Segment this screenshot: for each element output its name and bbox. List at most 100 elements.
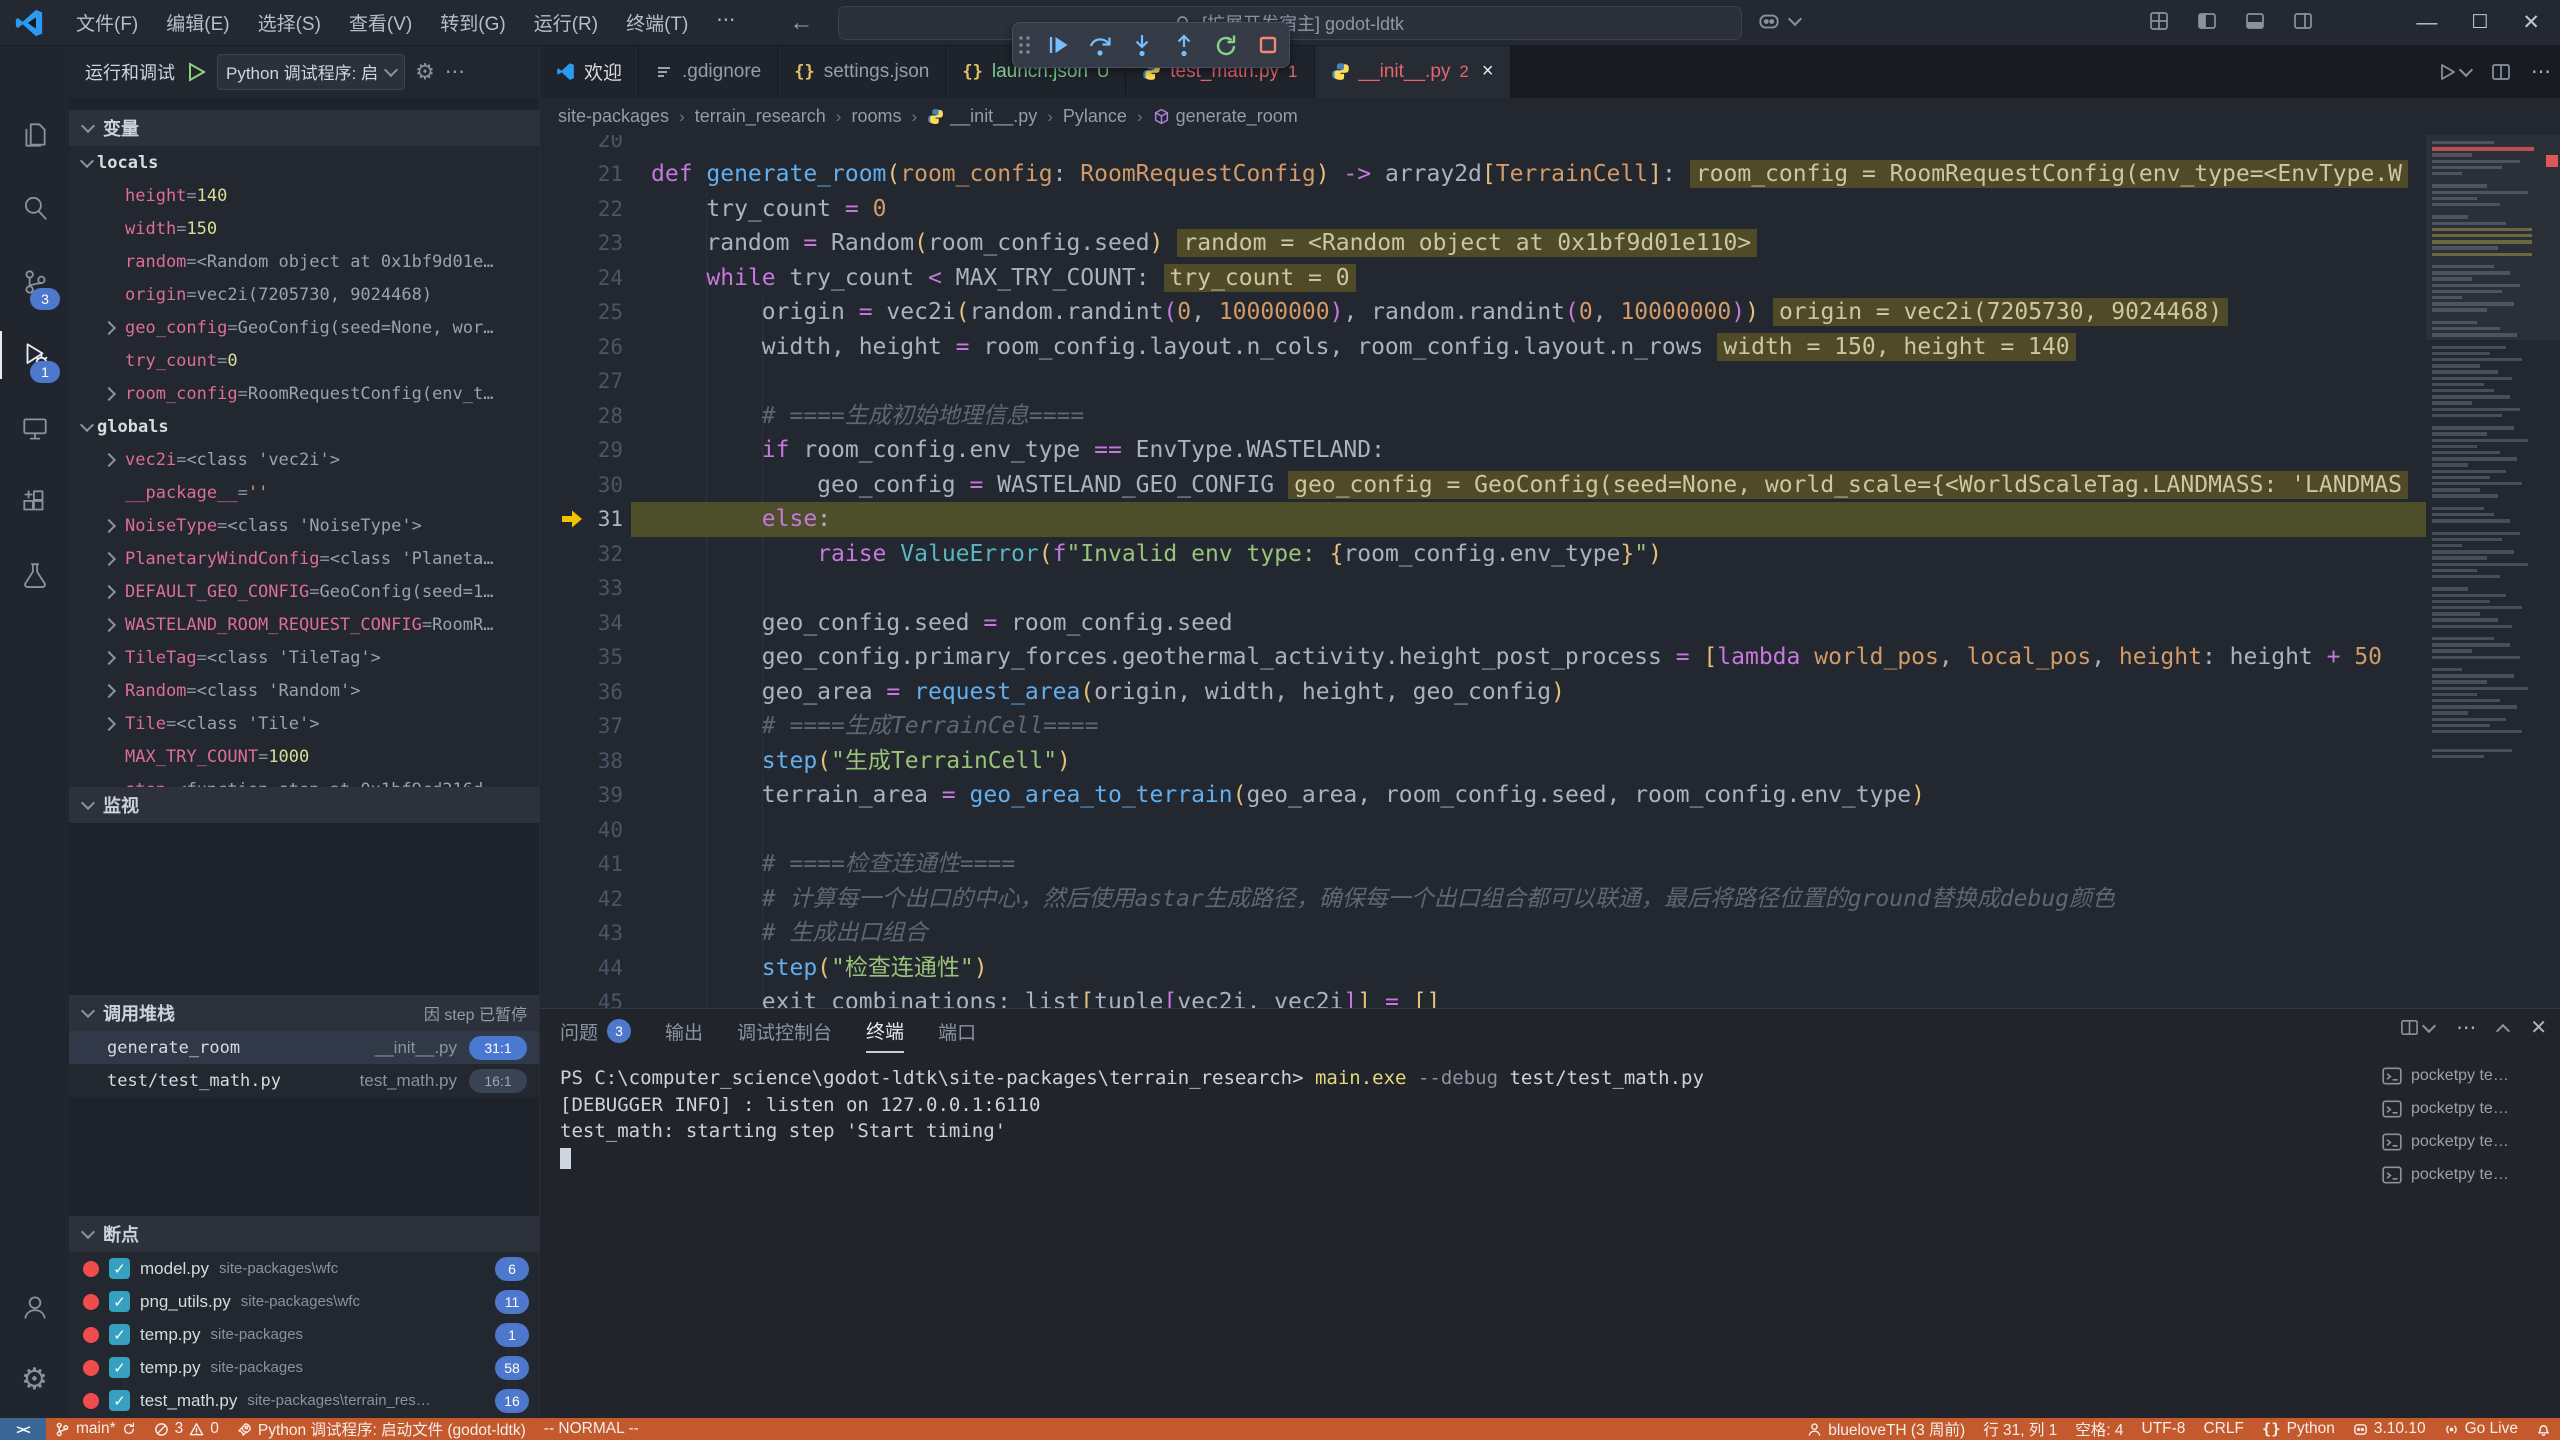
variable-row[interactable]: origin = vec2i(7205730, 9024468) — [69, 278, 539, 311]
panel-tab-problems[interactable]: 问题 3 — [560, 1009, 631, 1053]
code-line[interactable]: 38 step("生成TerrainCell") — [540, 744, 2560, 779]
menu-item[interactable]: 选择(S) — [244, 5, 335, 40]
code-line[interactable]: 42 # 计算每一个出口的中心，然后使用astar生成路径，确保每一个出口组合都… — [540, 882, 2560, 917]
variables-section-header[interactable]: 变量 — [69, 110, 539, 146]
variable-row[interactable]: Tile = <class 'Tile'> — [69, 707, 539, 740]
call-stack-section-header[interactable]: 调用堆栈 因 step 已暂停 — [69, 995, 539, 1031]
variable-row[interactable]: height = 140 — [69, 179, 539, 212]
minimap-slider[interactable] — [2426, 135, 2560, 340]
variable-row[interactable]: step = <function step at 0x1bf9cd216d — [69, 773, 539, 787]
debug-continue-button[interactable] — [1040, 27, 1076, 63]
sidebar-item-source-control[interactable]: 3 — [0, 250, 69, 314]
sidebar-item-run-debug[interactable]: 1 — [0, 323, 69, 387]
sidebar-item-remote-explorer[interactable] — [0, 397, 69, 461]
sidebar-item-search[interactable] — [0, 176, 69, 240]
breakpoint-checkbox[interactable]: ✓ — [109, 1390, 130, 1411]
code-line[interactable]: 45 exit_combinations: list[tuple[vec2i, … — [540, 985, 2560, 1008]
variable-row[interactable]: width = 150 — [69, 212, 539, 245]
call-stack-frame[interactable]: test/test_math.pytest_math.py16:1 — [69, 1064, 539, 1097]
code-line[interactable]: 44 step("检查连通性") — [540, 951, 2560, 986]
code-line[interactable]: 23 random = Random(room_config.seed)rand… — [540, 226, 2560, 261]
sidebar-item-explorer[interactable] — [0, 103, 69, 167]
breadcrumb-item[interactable]: terrain_research — [695, 106, 826, 127]
debug-config-item[interactable]: Python 调试程序: 启动文件 (godot-ldtk) — [228, 1418, 535, 1440]
code-line[interactable]: 20 — [540, 135, 2560, 158]
indentation-item[interactable]: 空格: 4 — [2066, 1418, 2132, 1440]
variable-group[interactable]: globals — [69, 410, 539, 443]
variable-row[interactable]: PlanetaryWindConfig = <class 'Planeta… — [69, 542, 539, 575]
code-line[interactable]: 26 width, height = room_config.layout.n_… — [540, 330, 2560, 365]
account-button[interactable] — [0, 1275, 69, 1339]
run-file-button[interactable] — [2437, 62, 2471, 82]
terminal-instance[interactable]: pocketpy te… — [2381, 1125, 2557, 1158]
go-live-item[interactable]: Go Live — [2435, 1418, 2527, 1440]
code-line[interactable]: 22 try_count = 0 — [540, 192, 2560, 227]
variable-row[interactable]: DEFAULT_GEO_CONFIG = GeoConfig(seed=1… — [69, 575, 539, 608]
toggle-sidebar-icon[interactable] — [2196, 10, 2218, 32]
breadcrumb-item[interactable]: Pylance — [1063, 106, 1127, 127]
customize-layout-icon[interactable] — [2148, 10, 2170, 32]
toggle-secondary-sidebar-icon[interactable] — [2292, 10, 2314, 32]
code-line[interactable]: 27 — [540, 364, 2560, 399]
variable-row[interactable]: geo_config = GeoConfig(seed=None, wor… — [69, 311, 539, 344]
menu-item[interactable]: 运行(R) — [520, 5, 612, 40]
tab-settings-json[interactable]: {} settings.json — [778, 45, 946, 98]
code-line[interactable]: 40 — [540, 813, 2560, 848]
variable-group[interactable]: locals — [69, 146, 539, 179]
code-line[interactable]: 29 if room_config.env_type == EnvType.WA… — [540, 433, 2560, 468]
encoding-item[interactable]: UTF-8 — [2133, 1418, 2195, 1440]
start-debug-button[interactable] — [185, 61, 207, 83]
debug-restart-button[interactable] — [1208, 27, 1244, 63]
breakpoints-section-header[interactable]: 断点 — [69, 1216, 539, 1252]
code-line[interactable]: 25 origin = vec2i(random.randint(0, 1000… — [540, 295, 2560, 330]
variable-row[interactable]: MAX_TRY_COUNT = 1000 — [69, 740, 539, 773]
code-line[interactable]: 41 # ====检查连通性==== — [540, 847, 2560, 882]
terminal-output[interactable]: PS C:\computer_science\godot-ldtk\site-p… — [560, 1065, 2360, 1171]
variable-row[interactable]: random = <Random object at 0x1bf9d01e… — [69, 245, 539, 278]
watch-section-header[interactable]: 监视 — [69, 787, 539, 823]
variable-row[interactable]: vec2i = <class 'vec2i'> — [69, 443, 539, 476]
toolbar-drag-handle[interactable] — [1016, 32, 1034, 58]
code-editor[interactable]: 2021def generate_room(room_config: RoomR… — [540, 135, 2560, 1008]
menu-item[interactable]: 查看(V) — [335, 5, 426, 40]
code-line[interactable]: 34 geo_config.seed = room_config.seed — [540, 606, 2560, 641]
breakpoint-checkbox[interactable]: ✓ — [109, 1357, 130, 1378]
code-line[interactable]: 39 terrain_area = geo_area_to_terrain(ge… — [540, 778, 2560, 813]
breakpoint-row[interactable]: ✓test_math.pysite-packages\terrain_res…1… — [69, 1384, 539, 1417]
python-interpreter-item[interactable]: 3.10.10 — [2344, 1418, 2435, 1440]
panel-more-actions-icon[interactable]: ⋯ — [2456, 1015, 2476, 1040]
code-line[interactable]: 24 while try_count < MAX_TRY_COUNT:try_c… — [540, 261, 2560, 296]
breakpoint-checkbox[interactable]: ✓ — [109, 1324, 130, 1345]
split-editor-icon[interactable] — [2491, 62, 2511, 82]
menu-item[interactable]: ⋯ — [702, 5, 749, 40]
variable-row[interactable]: TileTag = <class 'TileTag'> — [69, 641, 539, 674]
breadcrumb-item[interactable]: generate_room — [1153, 106, 1298, 127]
close-panel-icon[interactable]: ✕ — [2530, 1015, 2547, 1040]
breadcrumb-item[interactable]: site-packages — [558, 106, 669, 127]
toggle-panel-icon[interactable] — [2244, 10, 2266, 32]
panel-tab-terminal[interactable]: 终端 — [866, 1009, 904, 1053]
code-line[interactable]: 32 raise ValueError(f"Invalid env type: … — [540, 537, 2560, 572]
tab-welcome[interactable]: 欢迎 — [540, 45, 639, 98]
breakpoint-row[interactable]: ✓temp.pysite-packages1 — [69, 1318, 539, 1351]
variable-row[interactable]: WASTELAND_ROOM_REQUEST_CONFIG = RoomR… — [69, 608, 539, 641]
code-line[interactable]: 43 # 生成出口组合 — [540, 916, 2560, 951]
panel-tab-ports[interactable]: 端口 — [938, 1009, 976, 1053]
code-line[interactable]: 30 geo_config = WASTELAND_GEO_CONFIGgeo_… — [540, 468, 2560, 503]
breakpoint-row[interactable]: ✓temp.pysite-packages58 — [69, 1351, 539, 1384]
code-line[interactable]: 21def generate_room(room_config: RoomReq… — [540, 157, 2560, 192]
call-stack-frame[interactable]: generate_room__init__.py31:1 — [69, 1031, 539, 1064]
command-center[interactable]: [扩展开发宿主] godot-ldtk — [838, 6, 1742, 40]
terminal-instance[interactable]: pocketpy te… — [2381, 1092, 2557, 1125]
close-window-button[interactable]: ✕ — [2522, 10, 2540, 35]
terminal-instance[interactable]: pocketpy te… — [2381, 1158, 2557, 1191]
language-mode-item[interactable]: {} Python — [2253, 1418, 2344, 1440]
cursor-position-item[interactable]: 行 31, 列 1 — [1974, 1418, 2066, 1440]
tab-init-py[interactable]: __init__.py 2 × — [1315, 45, 1511, 98]
breakpoint-row[interactable]: ✓png_utils.pysite-packages\wfc11 — [69, 1285, 539, 1318]
breadcrumb-item[interactable]: __init__.py — [927, 106, 1037, 127]
eol-item[interactable]: CRLF — [2194, 1418, 2252, 1440]
sidebar-item-extensions[interactable] — [0, 470, 69, 534]
code-line[interactable]: 28 # ====生成初始地理信息==== — [540, 399, 2560, 434]
code-line[interactable]: 35 geo_config.primary_forces.geothermal_… — [540, 640, 2560, 675]
